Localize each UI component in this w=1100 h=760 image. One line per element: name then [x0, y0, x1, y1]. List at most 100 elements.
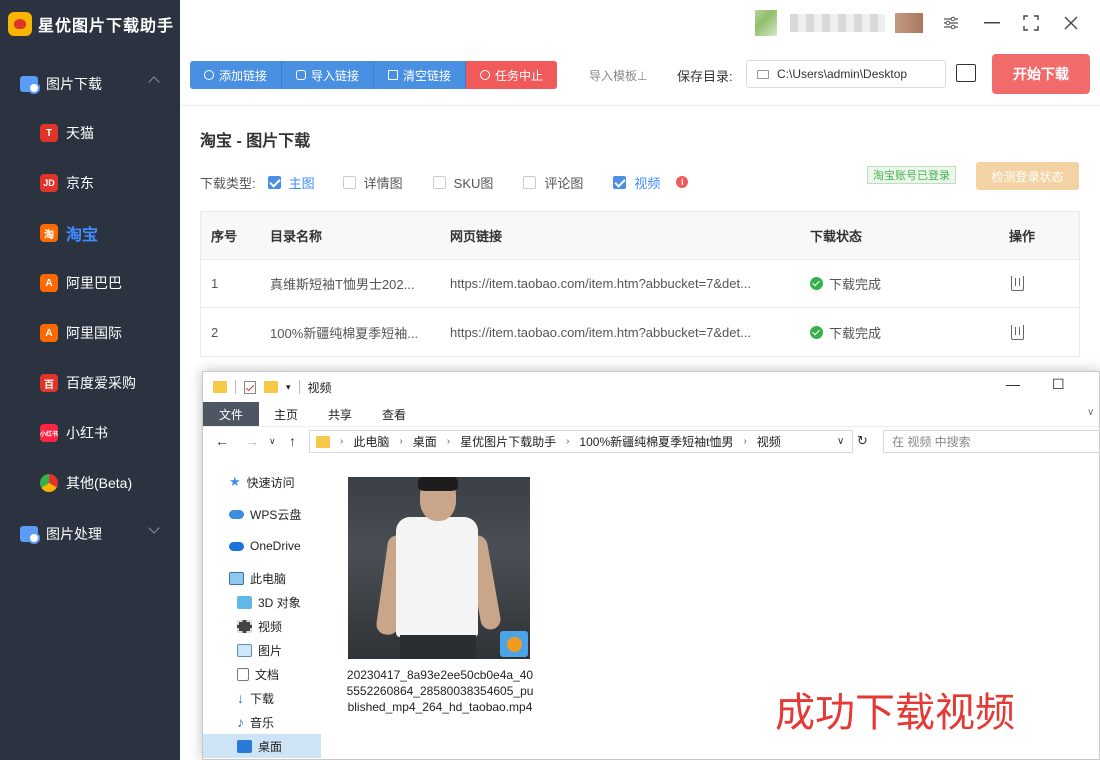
- address-dropdown-icon[interactable]: ∨: [837, 436, 844, 447]
- nav-group-image-download[interactable]: 图片下载: [0, 60, 180, 108]
- up-arrow-icon[interactable]: ↑: [289, 433, 296, 449]
- checkbox[interactable]: [523, 175, 537, 189]
- col-header-dir: 目录名称: [270, 229, 323, 244]
- browse-folder-icon[interactable]: [956, 64, 976, 82]
- minimize-icon[interactable]: [981, 12, 1003, 34]
- nav-documents[interactable]: 文档: [237, 662, 279, 686]
- clear-link-button[interactable]: 清空链接: [374, 61, 467, 89]
- onedrive-icon: [229, 541, 244, 551]
- new-folder-icon[interactable]: [264, 381, 278, 393]
- file-name[interactable]: 20230417_8a93e2ee50cb0e4a_405552260864_2…: [345, 667, 535, 715]
- sidebar-item-alibaba-intl[interactable]: A 阿里国际: [0, 308, 180, 358]
- sidebar-item-jd[interactable]: JD 京东: [0, 158, 180, 208]
- user-badge-blurred: [895, 13, 923, 33]
- breadcrumb-item[interactable]: 视频: [757, 433, 781, 450]
- add-link-button[interactable]: 添加链接: [190, 61, 283, 89]
- import-template-link[interactable]: 导入模板⊥: [589, 67, 647, 84]
- sidebar-item-tmall[interactable]: T 天猫: [0, 108, 180, 158]
- info-icon[interactable]: i: [676, 176, 689, 188]
- address-bar[interactable]: › 此电脑 › 桌面 › 星优图片下载助手 › 100%新疆纯棉夏季短袖t恤男 …: [309, 430, 853, 453]
- nav-label: 快速访问: [246, 475, 295, 490]
- delete-row-button[interactable]: [1009, 324, 1024, 340]
- minimize-icon[interactable]: —: [1006, 376, 1020, 392]
- save-dir-label: 保存目录:: [677, 69, 733, 84]
- delete-row-button[interactable]: [1009, 276, 1024, 291]
- film-icon: [237, 619, 252, 633]
- type-option-sku[interactable]: SKU图: [432, 173, 494, 192]
- sidebar-item-other[interactable]: 其他(Beta): [0, 458, 180, 508]
- table-row: 1 真维斯短袖T恤男士202... https://item.taobao.co…: [201, 260, 1079, 308]
- sidebar-item-label: 阿里国际: [66, 325, 122, 341]
- settings-sliders-icon[interactable]: [940, 12, 962, 34]
- nav-videos[interactable]: 视频: [237, 614, 282, 638]
- forward-arrow-icon[interactable]: →: [245, 433, 259, 449]
- download-icon: ↓: [237, 690, 244, 706]
- xiaohongshu-icon: 小红书: [40, 424, 58, 442]
- type-option-main[interactable]: 主图: [267, 173, 315, 192]
- folder-icon: [316, 435, 330, 448]
- recent-dropdown-icon[interactable]: ∨: [269, 436, 276, 447]
- sidebar-item-alibaba[interactable]: A 阿里巴巴: [0, 258, 180, 308]
- breadcrumb-separator: ›: [743, 436, 747, 447]
- alibaba-intl-icon: A: [40, 324, 58, 342]
- nav-group-image-process[interactable]: 图片处理: [0, 510, 180, 558]
- link-button-group: 添加链接 导入链接 清空链接 任务中止: [190, 61, 558, 89]
- save-dir-field[interactable]: C:\Users\admin\Desktop: [746, 60, 946, 88]
- start-download-button[interactable]: 开始下载: [992, 54, 1090, 94]
- nav-quick-access[interactable]: ★ 快速访问: [229, 470, 295, 494]
- image-process-icon: [20, 526, 40, 544]
- nav-onedrive[interactable]: OneDrive: [229, 534, 301, 558]
- tab-home[interactable]: 主页: [259, 402, 313, 426]
- cell-dir: 100%新疆纯棉夏季短袖...: [270, 325, 419, 341]
- sidebar-item-xiaohongshu[interactable]: 小红书 小红书: [0, 408, 180, 458]
- properties-icon[interactable]: [244, 380, 256, 394]
- stop-task-button[interactable]: 任务中止: [466, 61, 558, 89]
- refresh-icon[interactable]: ↻: [857, 433, 868, 449]
- maximize-icon[interactable]: ☐: [1052, 376, 1065, 393]
- checkbox-checked[interactable]: [267, 175, 281, 189]
- cell-status: 下载完成: [810, 274, 881, 293]
- nav-wps-cloud[interactable]: WPS云盘: [229, 502, 301, 526]
- tab-file[interactable]: 文件: [203, 402, 260, 426]
- quick-access-dropdown-icon[interactable]: ▾: [286, 382, 291, 393]
- table-header: 序号 目录名称 网页链接 下载状态 操作: [201, 212, 1079, 260]
- breadcrumb-item[interactable]: 星优图片下载助手: [460, 433, 556, 450]
- checkbox[interactable]: [432, 175, 446, 189]
- check-login-button[interactable]: 检测登录状态: [976, 162, 1079, 190]
- breadcrumb-item[interactable]: 100%新疆纯棉夏季短袖t恤男: [579, 433, 733, 450]
- cell-index: 1: [211, 276, 219, 291]
- nav-label: 下载: [250, 691, 275, 706]
- nav-this-pc[interactable]: 此电脑: [229, 566, 286, 590]
- nav-music[interactable]: ♪ 音乐: [237, 710, 274, 734]
- nav-downloads[interactable]: ↓ 下载: [237, 686, 274, 710]
- navigation-pane: ★ 快速访问 WPS云盘 OneDrive 此电脑 3D 对象 视频 图片 文档…: [203, 462, 321, 759]
- tab-view[interactable]: 查看: [367, 402, 421, 426]
- sidebar-item-label: 小红书: [66, 425, 108, 441]
- type-option-detail[interactable]: 详情图: [342, 173, 403, 192]
- checkbox[interactable]: [342, 175, 356, 189]
- nav-desktop[interactable]: 桌面: [203, 734, 321, 758]
- breadcrumb-separator: ›: [566, 436, 570, 447]
- avatar[interactable]: [755, 10, 777, 36]
- cell-status: 下载完成: [810, 323, 881, 342]
- app-logo-icon: [8, 12, 32, 36]
- checkbox-checked[interactable]: [613, 175, 627, 189]
- breadcrumb-item[interactable]: 桌面: [413, 433, 437, 450]
- sidebar-item-taobao[interactable]: 淘 淘宝: [0, 208, 180, 258]
- tab-share[interactable]: 共享: [313, 402, 367, 426]
- type-option-video[interactable]: 视频: [613, 173, 660, 192]
- sidebar-item-baidu[interactable]: 百 百度爱采购: [0, 358, 180, 408]
- video-thumbnail[interactable]: [348, 477, 530, 659]
- breadcrumb-item[interactable]: 此电脑: [353, 433, 389, 450]
- button-label: 清空链接: [403, 68, 452, 83]
- type-option-label: SKU图: [453, 175, 494, 191]
- back-arrow-icon[interactable]: ←: [215, 433, 229, 449]
- maximize-icon[interactable]: [1020, 12, 1042, 34]
- type-option-review[interactable]: 评论图: [523, 173, 583, 192]
- import-link-button[interactable]: 导入链接: [282, 61, 375, 89]
- ribbon-expand-icon[interactable]: ∨: [1087, 407, 1094, 418]
- nav-pictures[interactable]: 图片: [237, 638, 282, 662]
- nav-3d-objects[interactable]: 3D 对象: [237, 590, 301, 614]
- close-icon[interactable]: [1060, 12, 1082, 34]
- search-input[interactable]: 在 视频 中搜索: [883, 430, 1100, 453]
